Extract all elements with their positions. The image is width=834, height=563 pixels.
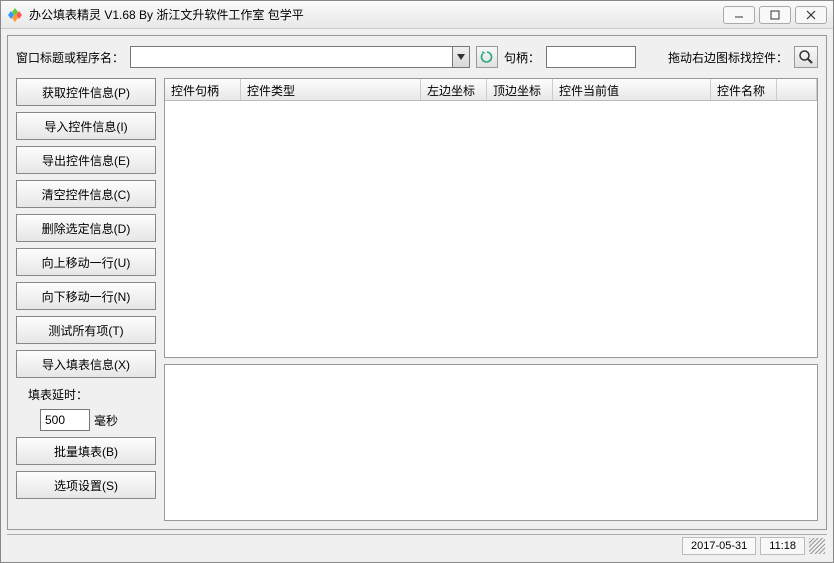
system-buttons	[723, 6, 827, 24]
window-title-input[interactable]	[130, 46, 452, 68]
col-type[interactable]: 控件类型	[241, 79, 421, 100]
client-area: 窗口标题或程序名： 句柄： 拖动右边图标找控件：	[1, 29, 833, 562]
status-bar: 2017-05-31 11:18	[7, 534, 827, 556]
status-time: 11:18	[760, 537, 805, 555]
window-title-label: 窗口标题或程序名：	[16, 49, 124, 66]
handle-input[interactable]	[546, 46, 636, 68]
app-window: 办公填表精灵 V1.68 By 浙江文升软件工作室 包学平 窗口标题或程序名：	[0, 0, 834, 563]
main-row: 获取控件信息(P) 导入控件信息(I) 导出控件信息(E) 清空控件信息(C) …	[16, 78, 818, 529]
maximize-button[interactable]	[759, 6, 791, 24]
close-button[interactable]	[795, 6, 827, 24]
status-date: 2017-05-31	[682, 537, 756, 555]
col-handle[interactable]: 控件句柄	[165, 79, 241, 100]
window-title: 办公填表精灵 V1.68 By 浙江文升软件工作室 包学平	[29, 6, 723, 23]
export-controls-button[interactable]: 导出控件信息(E)	[16, 146, 156, 174]
drag-hint-label: 拖动右边图标找控件：	[668, 49, 788, 66]
import-fill-button[interactable]: 导入填表信息(X)	[16, 350, 156, 378]
import-controls-button[interactable]: 导入控件信息(I)	[16, 112, 156, 140]
combo-drop-button[interactable]	[452, 46, 470, 68]
resize-grip[interactable]	[809, 538, 825, 554]
col-empty[interactable]	[777, 79, 817, 100]
clear-controls-button[interactable]: 清空控件信息(C)	[16, 180, 156, 208]
col-value[interactable]: 控件当前值	[553, 79, 711, 100]
top-row: 窗口标题或程序名： 句柄： 拖动右边图标找控件：	[16, 44, 818, 70]
fill-grid[interactable]	[164, 364, 818, 521]
window-title-combo	[130, 46, 470, 68]
options-button[interactable]: 选项设置(S)	[16, 471, 156, 499]
test-all-button[interactable]: 测试所有项(T)	[16, 316, 156, 344]
minimize-button[interactable]	[723, 6, 755, 24]
sidebar: 获取控件信息(P) 导入控件信息(I) 导出控件信息(E) 清空控件信息(C) …	[16, 78, 156, 529]
delay-unit: 毫秒	[94, 412, 118, 429]
col-left[interactable]: 左边坐标	[421, 79, 487, 100]
delay-label: 填表延时：	[16, 386, 156, 403]
inner-panel: 窗口标题或程序名： 句柄： 拖动右边图标找控件：	[7, 35, 827, 530]
delay-row: 毫秒	[16, 409, 156, 431]
batch-fill-button[interactable]: 批量填表(B)	[16, 437, 156, 465]
handle-label: 句柄：	[504, 49, 540, 66]
controls-grid-header: 控件句柄 控件类型 左边坐标 顶边坐标 控件当前值 控件名称	[165, 79, 817, 101]
refresh-button[interactable]	[476, 46, 498, 68]
move-down-button[interactable]: 向下移动一行(N)	[16, 282, 156, 310]
col-top[interactable]: 顶边坐标	[487, 79, 553, 100]
app-icon	[7, 7, 23, 23]
get-controls-button[interactable]: 获取控件信息(P)	[16, 78, 156, 106]
move-up-button[interactable]: 向上移动一行(U)	[16, 248, 156, 276]
finder-button[interactable]	[794, 46, 818, 68]
controls-grid[interactable]: 控件句柄 控件类型 左边坐标 顶边坐标 控件当前值 控件名称	[164, 78, 818, 358]
delay-input[interactable]	[40, 409, 90, 431]
right-column: 控件句柄 控件类型 左边坐标 顶边坐标 控件当前值 控件名称	[164, 78, 818, 529]
titlebar: 办公填表精灵 V1.68 By 浙江文升软件工作室 包学平	[1, 1, 833, 29]
col-name[interactable]: 控件名称	[711, 79, 777, 100]
delete-selected-button[interactable]: 删除选定信息(D)	[16, 214, 156, 242]
